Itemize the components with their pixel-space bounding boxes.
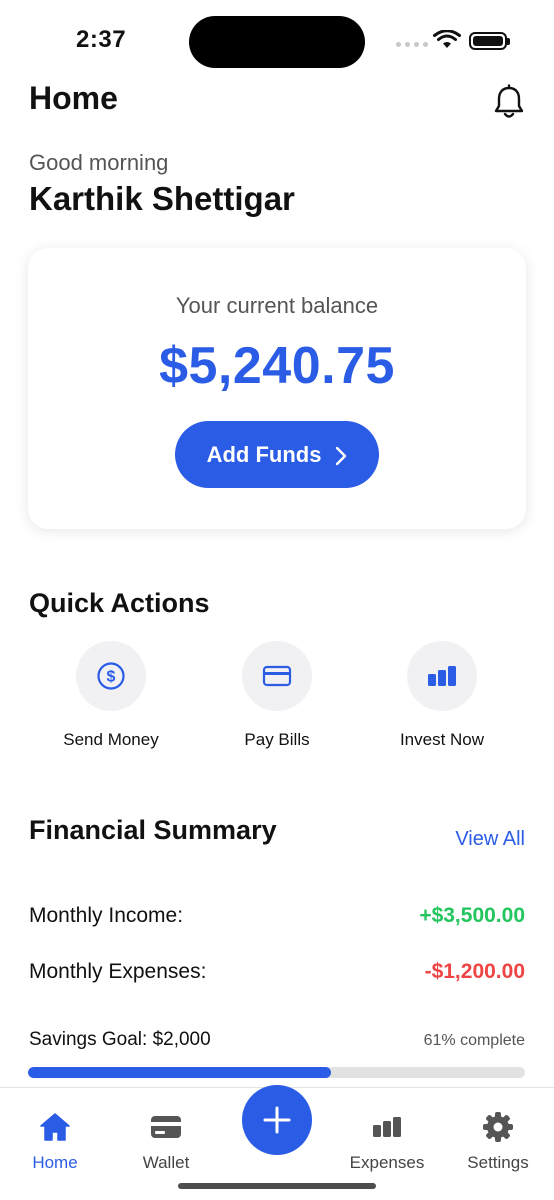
- dynamic-island: [189, 16, 365, 68]
- page-title: Home: [29, 80, 118, 116]
- chevron-right-icon: [336, 446, 347, 465]
- quick-action-send-money[interactable]: $ Send Money: [41, 641, 181, 750]
- dollar-circle-icon: $: [97, 662, 125, 690]
- add-button[interactable]: [242, 1085, 312, 1155]
- add-funds-button[interactable]: Add Funds: [175, 421, 379, 488]
- wifi-icon: [433, 30, 461, 48]
- send-money-button[interactable]: $: [76, 641, 146, 711]
- savings-complete-text: 61% complete: [423, 1032, 525, 1049]
- savings-progress-bar: [28, 1067, 525, 1078]
- view-all-link[interactable]: View All: [455, 828, 525, 851]
- savings-goal-label: Savings Goal: $2,000: [29, 1029, 211, 1050]
- send-money-label: Send Money: [63, 730, 159, 749]
- tab-settings[interactable]: Settings: [448, 1110, 548, 1173]
- credit-card-icon: [262, 665, 292, 687]
- svg-text:$: $: [107, 669, 116, 686]
- balance-card: Your current balance $5,240.75 Add Funds: [28, 248, 526, 529]
- wallet-icon: [151, 1116, 181, 1138]
- signal-icon: [396, 42, 428, 47]
- tab-settings-label: Settings: [467, 1153, 529, 1172]
- quick-action-invest-now[interactable]: Invest Now: [372, 641, 512, 750]
- quick-action-pay-bills[interactable]: Pay Bills: [207, 641, 347, 750]
- income-label: Monthly Income:: [29, 904, 184, 927]
- tab-expenses[interactable]: Expenses: [337, 1110, 437, 1173]
- status-time: 2:37: [76, 26, 127, 53]
- tab-expenses-label: Expenses: [349, 1153, 425, 1172]
- expense-label: Monthly Expenses:: [29, 960, 207, 983]
- gear-icon: [483, 1112, 513, 1142]
- balance-amount: $5,240.75: [159, 337, 395, 395]
- financial-summary-title: Financial Summary: [29, 815, 277, 845]
- tab-home[interactable]: Home: [5, 1110, 105, 1173]
- savings-row: Savings Goal: $2,000 61% complete: [29, 1029, 525, 1051]
- income-value: +$3,500.00: [419, 904, 525, 927]
- bell-icon[interactable]: [492, 84, 526, 120]
- pay-bills-label: Pay Bills: [244, 730, 310, 749]
- greeting-text: Good morning: [29, 150, 169, 175]
- pay-bills-button[interactable]: [242, 641, 312, 711]
- savings-progress-fill: [28, 1067, 332, 1078]
- status-bar: 2:37: [0, 0, 554, 80]
- quick-actions-title: Quick Actions: [29, 588, 210, 618]
- invest-now-label: Invest Now: [399, 730, 485, 749]
- bar-chart-icon: [373, 1117, 401, 1137]
- add-funds-label: Add Funds: [206, 441, 322, 467]
- tab-home-label: Home: [32, 1153, 78, 1172]
- home-icon: [40, 1113, 70, 1141]
- battery-icon: [469, 32, 510, 50]
- user-name: Karthik Shettigar: [29, 180, 295, 217]
- balance-label: Your current balance: [175, 293, 379, 318]
- tab-wallet[interactable]: Wallet: [116, 1110, 216, 1173]
- income-row: Monthly Income: +$3,500.00: [29, 904, 525, 928]
- expense-value: -$1,200.00: [424, 960, 525, 983]
- plus-icon: [263, 1106, 291, 1134]
- bar-chart-icon: [428, 666, 456, 686]
- home-indicator: [178, 1183, 376, 1189]
- expense-row: Monthly Expenses: -$1,200.00: [29, 960, 525, 984]
- tab-wallet-label: Wallet: [142, 1153, 190, 1172]
- invest-now-button[interactable]: [407, 641, 477, 711]
- tab-bar: Home Wallet Expenses Settings: [0, 1085, 554, 1200]
